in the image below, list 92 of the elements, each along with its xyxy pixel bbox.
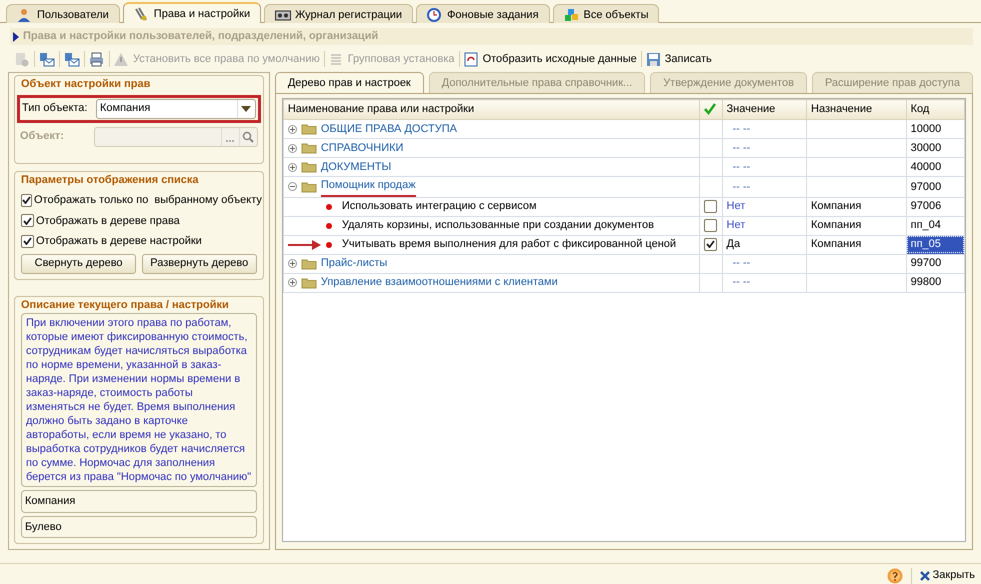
checkbox[interactable] bbox=[704, 218, 718, 232]
cassette-icon bbox=[275, 8, 292, 22]
checkbox-label: Отображать в дереве настройки bbox=[36, 234, 202, 249]
table-cell-text: -- -- bbox=[732, 160, 750, 173]
check-icon bbox=[22, 196, 31, 204]
document-add-icon bbox=[14, 52, 30, 66]
save-icon bbox=[646, 52, 662, 66]
warning-icon bbox=[114, 52, 130, 66]
object-type-dropdown[interactable]: Компания bbox=[96, 98, 256, 118]
expander-icon[interactable] bbox=[288, 144, 297, 152]
checkbox[interactable] bbox=[704, 200, 718, 213]
table-cell: 99700 bbox=[910, 257, 942, 270]
table-cell: Компания bbox=[811, 238, 862, 250]
table-cell: Нет bbox=[726, 219, 746, 232]
print-icon bbox=[89, 52, 105, 66]
checkbox[interactable] bbox=[21, 234, 34, 248]
bullet-icon bbox=[326, 222, 332, 228]
tab[interactable]: Дерево прав и настроек bbox=[274, 72, 424, 94]
mail-arrow-icon bbox=[39, 52, 55, 66]
refresh-icon bbox=[464, 52, 480, 66]
bullet-icon bbox=[326, 204, 332, 210]
folder-icon bbox=[300, 123, 317, 135]
tab[interactable]: Все объекты bbox=[552, 4, 660, 23]
table-cell: 97006 bbox=[910, 200, 942, 212]
column-header: Код bbox=[910, 103, 930, 116]
expander-icon[interactable] bbox=[288, 124, 297, 134]
close-button[interactable]: Закрыть bbox=[920, 567, 975, 584]
checkbox[interactable] bbox=[21, 194, 32, 207]
info-field: Булево bbox=[21, 516, 257, 538]
info-field: Компания bbox=[21, 490, 257, 512]
group-title: Параметры отображения списка bbox=[21, 172, 202, 188]
folder-icon bbox=[300, 142, 317, 154]
check-icon bbox=[23, 216, 32, 225]
check-icon bbox=[706, 240, 716, 248]
table-cell: пп_04 bbox=[910, 219, 941, 232]
table-cell: Компания bbox=[811, 200, 862, 212]
cubes-icon bbox=[564, 8, 580, 22]
folder-icon bbox=[300, 258, 317, 270]
table-cell-text: -- -- bbox=[732, 257, 750, 270]
tab[interactable]: Журнал регистрации bbox=[264, 4, 414, 23]
expand-arrow-icon bbox=[13, 32, 19, 42]
column-header: Наименование права или настройки bbox=[288, 103, 474, 116]
table-cell: 97000 bbox=[910, 180, 942, 192]
table-cell-text: -- -- bbox=[732, 276, 750, 288]
checkbox[interactable] bbox=[704, 238, 718, 251]
table-cell: Да bbox=[726, 238, 740, 250]
column-header: Назначение bbox=[811, 103, 872, 116]
expander-icon[interactable] bbox=[288, 259, 297, 268]
tree-button[interactable]: Свернуть дерево bbox=[21, 254, 136, 274]
column-header: Значение bbox=[726, 103, 776, 116]
tab[interactable]: Фоновые задания bbox=[416, 4, 550, 23]
expander-icon[interactable] bbox=[288, 278, 297, 287]
description-text: При включении этого права по работам, которые имеют фиксированную стоимость, сотрудникам будет начисляться выработка по норме времени, указанной в заказ-наряде. При изменении нормы времени в заказ-наряде, стоимость работы изменяться не будет. Время выполнения должно быть задано в карточке автоработы, если время не указано, то выработка сотрудников будет начисляется по сумме. Нормочас для заполнения берется из права "Нормочас по умолчанию" bbox=[21, 313, 257, 487]
dropdown-arrow-icon bbox=[241, 106, 252, 112]
close-icon bbox=[920, 570, 930, 580]
checkbox[interactable] bbox=[21, 214, 34, 228]
field-label: Тип объекта: bbox=[22, 101, 88, 116]
tree-item[interactable]: СПРАВОЧНИКИ bbox=[320, 140, 404, 156]
clock-icon bbox=[427, 8, 444, 22]
toolbar-button[interactable]: Отобразить исходные данные bbox=[460, 49, 641, 69]
table-cell-text: -- -- bbox=[732, 122, 750, 135]
folder-icon bbox=[300, 180, 317, 193]
tab[interactable]: Пользователи bbox=[6, 4, 120, 23]
table-cell-text: -- -- bbox=[732, 180, 750, 192]
user-icon bbox=[17, 8, 33, 22]
table-cell-text: -- -- bbox=[732, 142, 750, 154]
table-cell: Нет bbox=[726, 200, 746, 212]
table-cell: пп_05 bbox=[910, 238, 941, 250]
section-title: Права и настройки пользователей, подразделений, организаций bbox=[23, 29, 378, 44]
table-cell: Компания bbox=[811, 219, 862, 232]
check-icon bbox=[704, 103, 716, 116]
tree-item[interactable]: ДОКУМЕНТЫ bbox=[320, 158, 392, 176]
table-cell: 40000 bbox=[910, 160, 942, 173]
search-icon bbox=[242, 130, 254, 142]
field-label: Объект: bbox=[20, 129, 65, 144]
folder-icon bbox=[300, 276, 317, 288]
table-cell: 10000 bbox=[910, 122, 942, 135]
tab[interactable]: Права и настройки bbox=[122, 2, 262, 23]
table-cell: 99800 bbox=[910, 276, 942, 288]
expander-icon[interactable] bbox=[288, 162, 297, 172]
bullet-icon bbox=[326, 242, 332, 248]
folder-icon bbox=[300, 161, 317, 173]
expander-icon[interactable] bbox=[288, 182, 297, 192]
checkbox-label: Отображать в дереве права bbox=[36, 214, 180, 228]
help-icon bbox=[886, 568, 903, 584]
mail-arrow-icon bbox=[64, 52, 80, 66]
check-icon bbox=[23, 237, 32, 246]
table-cell: 30000 bbox=[910, 142, 942, 154]
toolbar-button[interactable]: Записать bbox=[642, 49, 716, 69]
tree-button[interactable]: Развернуть дерево bbox=[142, 254, 257, 274]
tree-item[interactable]: Прайс-листы bbox=[320, 255, 388, 272]
checkbox-label: Отображать только по выбранному объекту bbox=[34, 193, 262, 208]
